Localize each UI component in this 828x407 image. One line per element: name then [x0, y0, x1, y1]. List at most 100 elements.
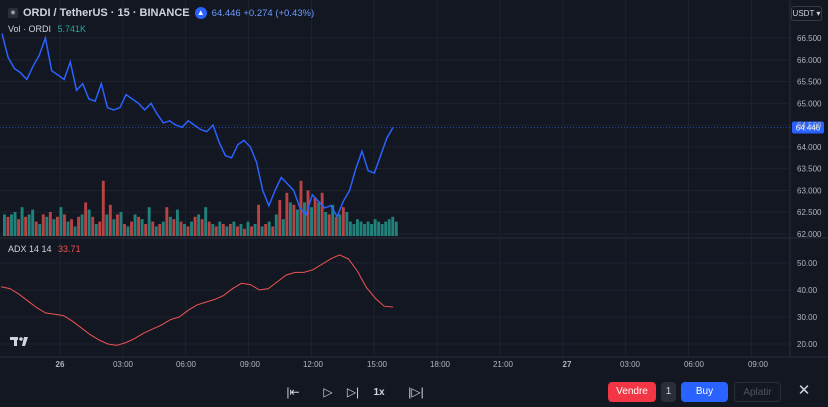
volume-bar	[63, 214, 66, 236]
volume-bar	[186, 226, 190, 236]
volume-bar	[77, 216, 81, 236]
currency-label: USDT	[792, 9, 815, 18]
volume-bar	[207, 221, 211, 236]
volume-bar	[144, 224, 148, 236]
play-icon[interactable]: ▷	[321, 384, 335, 400]
volume-bar	[48, 212, 52, 236]
volume-bar	[10, 214, 13, 236]
jump-to-start-icon[interactable]: |⇤	[285, 384, 301, 400]
step-forward-icon[interactable]: ▷|	[346, 384, 360, 400]
volume-bar	[235, 226, 239, 236]
price-axis-label: 63.000	[797, 186, 822, 195]
volume-bar	[31, 209, 35, 236]
volume-bar	[17, 219, 21, 236]
volume-bar	[320, 192, 324, 236]
jump-to-realtime-icon[interactable]: |▷|	[408, 384, 424, 400]
volume-bar	[257, 204, 261, 236]
volume-bar	[59, 207, 63, 236]
symbol-header: ◉ ORDI / TetherUS · 15 · BINANCE ▲ 64.44…	[8, 6, 314, 20]
volume-legend[interactable]: Vol · ORDI 5.741K	[8, 24, 86, 34]
volume-bar	[137, 216, 141, 236]
volume-bar	[20, 207, 24, 236]
volume-bar	[352, 224, 356, 236]
volume-bar	[278, 200, 282, 236]
volume-bar	[313, 197, 317, 236]
logo-stem	[14, 337, 17, 346]
chart-window: 64.446 66.500 66.000 65.500 65.000 64.500 64.0…	[0, 0, 828, 407]
volume-bar	[285, 192, 289, 236]
volume-bar	[197, 214, 201, 236]
volume-bar	[370, 224, 374, 236]
volume-bar	[334, 216, 338, 236]
volume-bar	[133, 214, 137, 236]
volume-bar	[271, 226, 275, 236]
volume-bar	[288, 202, 292, 236]
buy-button[interactable]: Buy	[681, 382, 728, 402]
volume-bar	[394, 221, 398, 236]
volume-bar	[98, 221, 102, 236]
flatten-button[interactable]: Aplatir	[734, 382, 781, 402]
volume-bar	[41, 214, 45, 236]
volume-bar	[373, 219, 377, 236]
adx-legend[interactable]: ADX 14 14 33.71	[8, 244, 81, 254]
volume-bar	[345, 212, 349, 236]
volume-bar	[115, 214, 119, 236]
logo-slash	[22, 337, 28, 346]
volume-bar	[151, 221, 155, 236]
price-axis-label: 64.000	[797, 143, 822, 152]
volume-bar	[384, 221, 388, 236]
adx-axis-label: 20.00	[797, 340, 818, 349]
volume-bar	[190, 221, 193, 236]
volume-bar	[27, 214, 31, 236]
speed-selector[interactable]: 1x	[370, 385, 388, 401]
currency-dropdown[interactable]: USDT ▾	[791, 6, 822, 21]
price-axis-label: 63.500	[797, 165, 822, 174]
volume-bar	[281, 219, 285, 236]
volume-bar	[366, 221, 370, 236]
volume-bar	[267, 221, 271, 236]
volume-bar	[193, 216, 197, 236]
volume-bar	[101, 180, 105, 236]
volume-bar	[161, 221, 165, 236]
chevron-up-icon[interactable]: ▲	[194, 7, 207, 19]
volume-bar	[183, 224, 186, 236]
adx-axis-label: 40.00	[797, 286, 818, 295]
volume-bar	[246, 221, 250, 236]
volume-bar	[341, 207, 345, 236]
volume-bar	[172, 219, 176, 236]
volume-bar	[158, 224, 162, 236]
close-icon[interactable]: ✕	[797, 383, 811, 398]
volume-bar	[3, 214, 6, 236]
volume-bar	[52, 219, 56, 236]
time-axis-label: 03:00	[620, 360, 641, 369]
volume-bar	[70, 219, 73, 236]
volume-bar	[66, 221, 70, 236]
volume-legend-label: Vol · ORDI	[8, 24, 52, 34]
volume-bar	[165, 207, 169, 236]
quantity-field[interactable]: 1	[661, 382, 676, 402]
adx-legend-value: 33.71	[58, 244, 81, 254]
volume-bar	[218, 221, 222, 236]
price-axis-label: 62.000	[797, 230, 822, 239]
volume-bar	[348, 221, 352, 236]
volume-bar	[225, 226, 229, 236]
time-axis-label: 06:00	[176, 360, 197, 369]
chart-canvas[interactable]: 64.44666.50066.00065.50065.00064.50064.0…	[0, 0, 828, 407]
volume-bar	[387, 219, 391, 236]
volume-bar	[239, 224, 243, 236]
price-axis-label: 65.500	[797, 78, 822, 87]
tradingview-logo-icon	[10, 337, 28, 346]
volume-bar	[303, 202, 306, 236]
volume-bar	[13, 212, 17, 236]
volume-bar	[126, 226, 130, 236]
volume-bar	[317, 202, 321, 236]
volume-bar	[175, 209, 179, 236]
volume-bar	[94, 224, 98, 236]
volume-bar	[73, 226, 77, 236]
volume-bar	[140, 219, 144, 236]
symbol-title[interactable]: ORDI / TetherUS · 15 · BINANCE	[23, 7, 190, 19]
volume-bar	[377, 221, 381, 236]
sell-button[interactable]: Vendre	[608, 382, 656, 402]
volume-bar	[119, 212, 123, 236]
time-axis-label: 09:00	[748, 360, 769, 369]
